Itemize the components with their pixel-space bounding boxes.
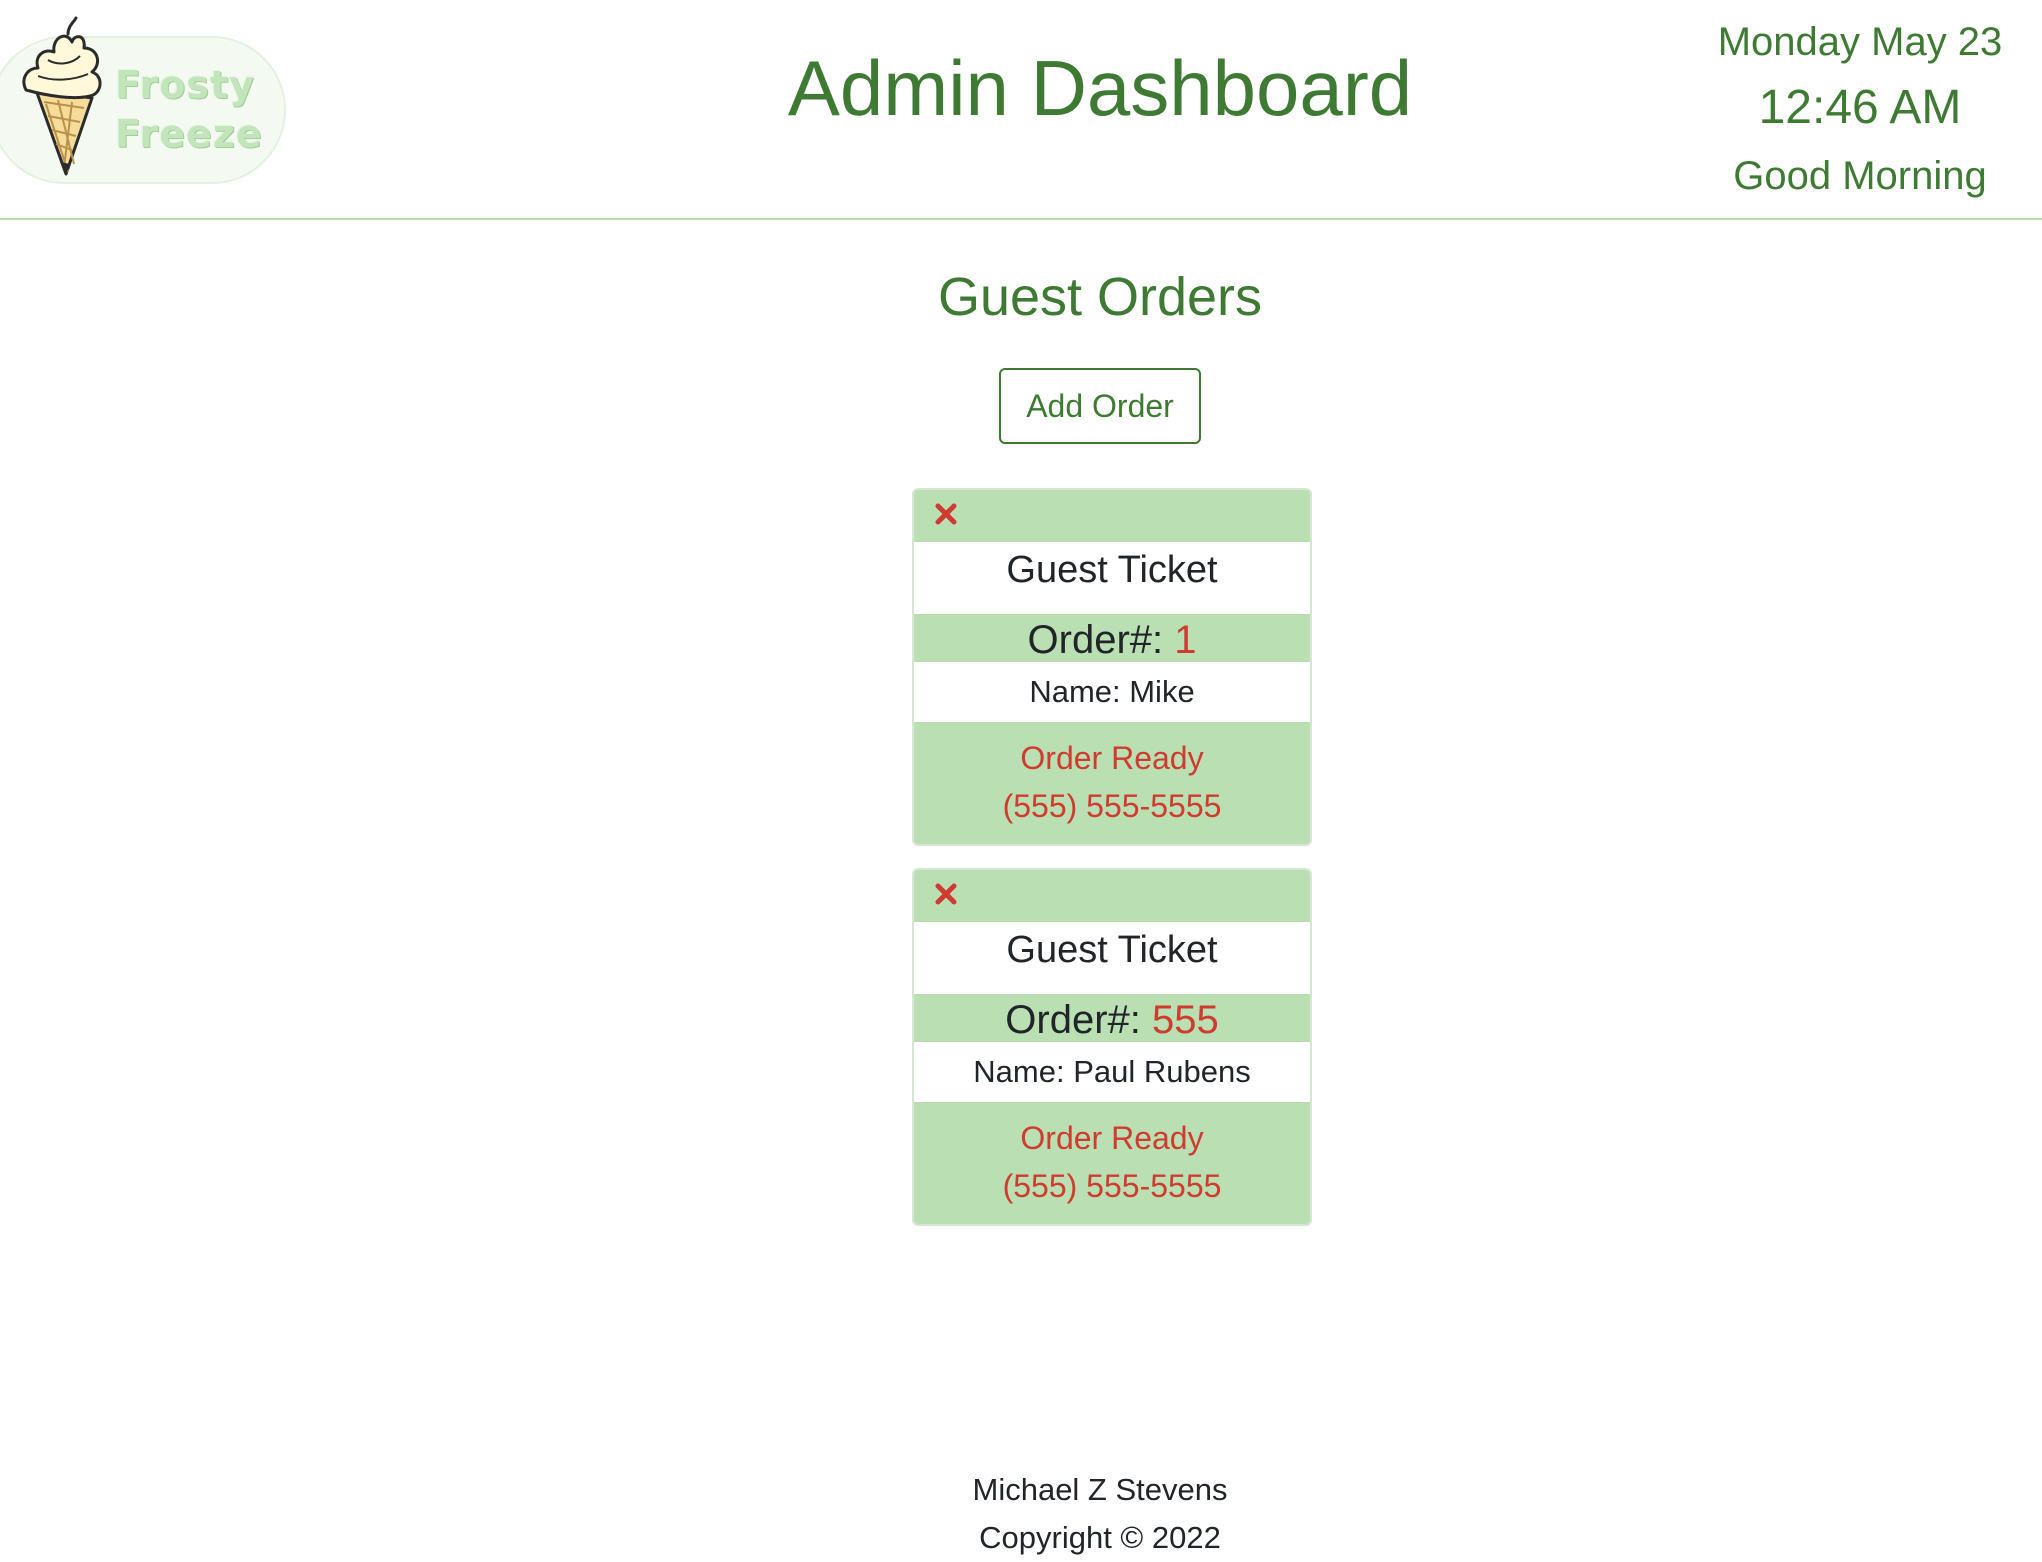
guest-ticket-card: Guest Ticket Order#: 555 Name: Paul Rube…	[912, 868, 1312, 1226]
order-label: Order#:	[1027, 618, 1175, 662]
current-time: 12:46 AM	[1758, 81, 1962, 134]
guest-name: Paul Rubens	[1073, 1054, 1251, 1089]
guest-name: Mike	[1129, 674, 1195, 709]
greeting: Good Morning	[1733, 154, 1987, 198]
page-footer: Michael Z Stevens Copyright © 2022	[900, 1466, 1300, 1562]
close-icon[interactable]	[928, 496, 964, 532]
current-date: Monday May 23	[1717, 20, 2003, 64]
order-status: Order Ready	[1020, 740, 1204, 776]
page-title-container: Admin Dashboard	[600, 38, 1600, 138]
order-status: Order Ready	[1020, 1120, 1204, 1156]
ticket-header	[914, 490, 1310, 542]
ice-cream-cone-icon	[22, 16, 102, 176]
page-header: Frosty Freeze Admin Dashboard Monday May…	[0, 0, 2042, 220]
logo-text-line2: Freeze	[115, 112, 263, 156]
footer-copyright: Copyright © 2022	[979, 1520, 1221, 1555]
ticket-header	[914, 870, 1310, 922]
datetime-panel: Monday May 23 12:46 AM Good Morning	[1690, 10, 2030, 204]
guest-phone: (555) 555-5555	[1002, 788, 1222, 824]
add-order-button[interactable]: Add Order	[999, 368, 1201, 444]
ticket-list: Guest Ticket Order#: 1 Name: Mike Order …	[912, 488, 1314, 1248]
guest-ticket-card: Guest Ticket Order#: 1 Name: Mike Order …	[912, 488, 1312, 846]
order-number: 555	[1151, 998, 1219, 1042]
ticket-title: Guest Ticket	[914, 922, 1310, 994]
ticket-name-row: Name: Mike	[914, 662, 1310, 722]
ticket-title: Guest Ticket	[914, 542, 1310, 614]
order-ready-link[interactable]: Order Ready (555) 555-5555	[914, 722, 1310, 844]
frosty-freeze-logo[interactable]: Frosty Freeze	[0, 8, 300, 188]
section-title: Guest Orders	[937, 267, 1263, 327]
order-number: 1	[1174, 618, 1197, 662]
ticket-name-row: Name: Paul Rubens	[914, 1042, 1310, 1102]
order-ready-link[interactable]: Order Ready (555) 555-5555	[914, 1102, 1310, 1224]
ticket-order-row: Order#: 1	[914, 614, 1310, 662]
guest-phone: (555) 555-5555	[1002, 1168, 1222, 1204]
logo-text-line1: Frosty	[115, 63, 255, 107]
ticket-order-row: Order#: 555	[914, 994, 1310, 1042]
footer-author: Michael Z Stevens	[972, 1472, 1228, 1507]
close-icon[interactable]	[928, 876, 964, 912]
name-label: Name:	[973, 1054, 1074, 1089]
page-title: Admin Dashboard	[787, 44, 1413, 132]
order-label: Order#:	[1005, 998, 1152, 1042]
name-label: Name:	[1029, 674, 1130, 709]
